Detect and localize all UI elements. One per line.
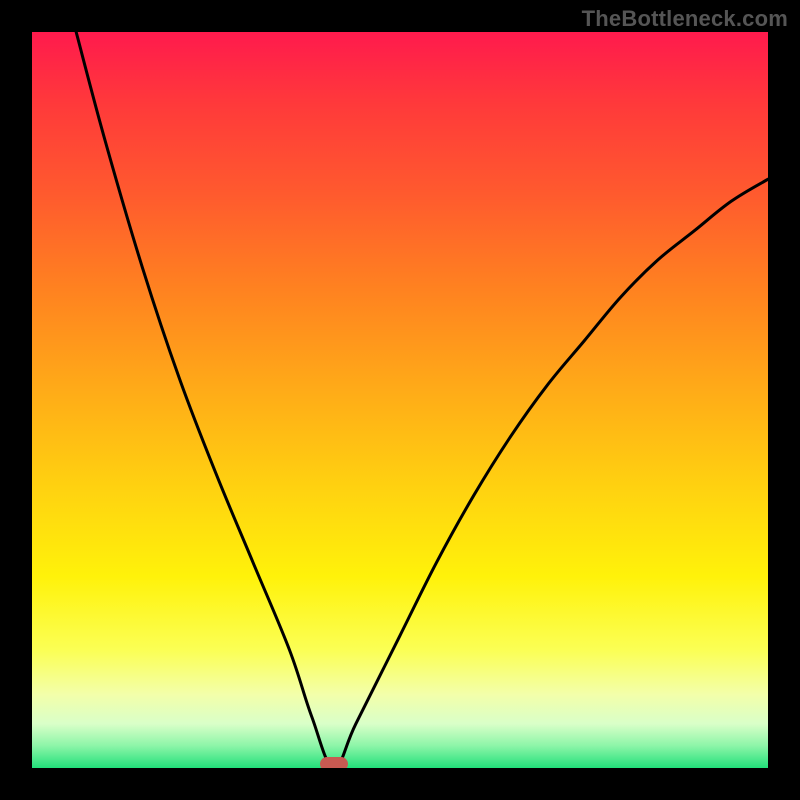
optimum-marker <box>320 757 348 768</box>
curve-layer <box>32 32 768 768</box>
plot-area <box>32 32 768 768</box>
watermark-text: TheBottleneck.com <box>582 6 788 32</box>
bottleneck-curve <box>76 32 768 768</box>
chart-stage: TheBottleneck.com <box>0 0 800 800</box>
